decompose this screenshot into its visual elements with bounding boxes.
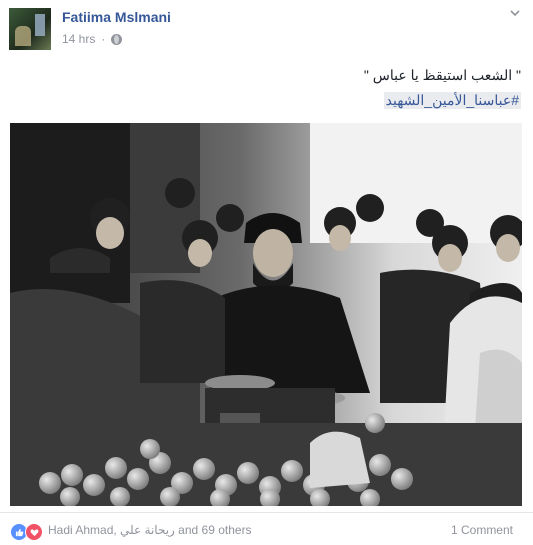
photo-illustration bbox=[10, 123, 522, 506]
author-name[interactable]: Fatiima Mslmani bbox=[62, 9, 171, 25]
reactor-name[interactable]: Hadi Ahmad bbox=[48, 523, 113, 537]
post-text: " الشعب استيقظ يا عباس " bbox=[363, 67, 521, 83]
post-photo[interactable] bbox=[10, 123, 522, 506]
reactions[interactable] bbox=[10, 523, 43, 541]
reactors-summary[interactable]: Hadi Ahmad, ريحانة علي and 69 others bbox=[48, 523, 252, 537]
separator-dot: · bbox=[101, 32, 106, 46]
reactor-name[interactable]: ريحانة علي bbox=[120, 523, 175, 537]
avatar[interactable] bbox=[9, 8, 51, 50]
post-footer: Hadi Ahmad, ريحانة علي and 69 others 1 C… bbox=[0, 512, 533, 545]
chevron-down-icon[interactable] bbox=[507, 6, 523, 22]
globe-icon[interactable] bbox=[111, 33, 123, 45]
love-icon bbox=[25, 523, 43, 541]
post-time[interactable]: 14 hrs bbox=[62, 32, 95, 46]
hashtag-link[interactable]: #عباسنا_الأمين_الشهيد bbox=[383, 92, 521, 109]
facebook-post-card: Fatiima Mslmani 14 hrs · " الشعب استيقظ … bbox=[0, 0, 533, 544]
post-meta: 14 hrs · bbox=[62, 32, 123, 46]
reactors-others[interactable]: and 69 others bbox=[178, 523, 251, 537]
comments-count[interactable]: 1 Comment bbox=[451, 523, 513, 537]
